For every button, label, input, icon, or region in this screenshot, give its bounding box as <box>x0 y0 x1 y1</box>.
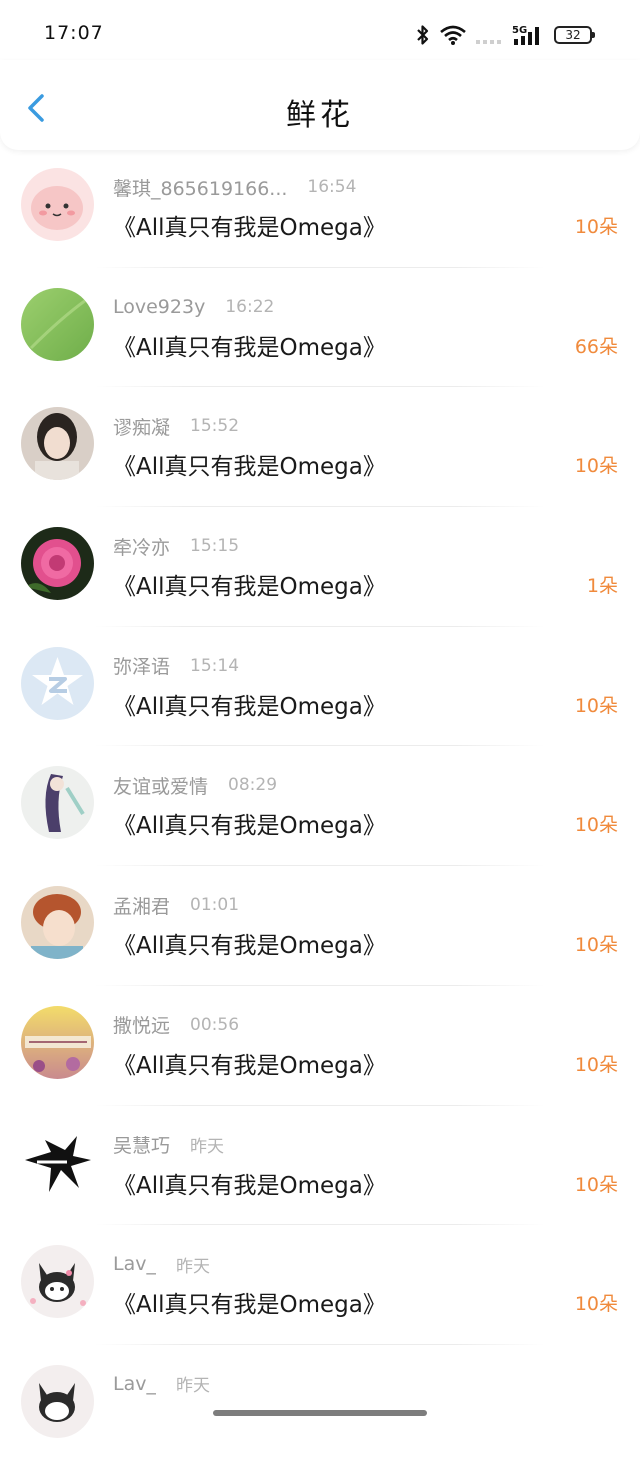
send-time: 昨天 <box>175 1376 210 1397</box>
send-time: 16:54 <box>307 177 357 197</box>
flower-amount: 10朵 <box>574 934 618 957</box>
signal-5g-icon: 5G <box>512 25 539 45</box>
sender-name: Lav_ <box>113 1372 156 1395</box>
list-item[interactable]: 友谊或爱情 08:29 《All真只有我是Omega》 10朵 <box>0 746 640 866</box>
flower-amount: 10朵 <box>574 814 618 837</box>
flower-amount: 10朵 <box>574 1173 618 1196</box>
item-meta: Love923y 16:22 <box>113 295 274 319</box>
item-meta: 牵冷亦 15:15 <box>113 534 240 559</box>
list-item[interactable]: 谬痴凝 15:52 《All真只有我是Omega》 10朵 <box>0 387 640 507</box>
item-meta: 谬痴凝 15:52 <box>113 414 240 439</box>
battery-icon: 32 <box>554 26 595 44</box>
avatar[interactable] <box>21 1005 94 1079</box>
flower-amount: 10朵 <box>574 1053 618 1076</box>
send-time: 昨天 <box>175 1256 210 1277</box>
avatar[interactable] <box>21 1125 94 1199</box>
sender-name: Lav_ <box>113 1253 156 1276</box>
book-title: 《All真只有我是Omega》 <box>113 1292 386 1319</box>
send-time: 15:15 <box>190 536 240 557</box>
avatar[interactable] <box>21 527 94 601</box>
item-meta: 吴慧巧 昨天 <box>113 1133 224 1157</box>
send-time: 08:29 <box>228 775 278 796</box>
list-item[interactable]: Love923y 16:22 《All真只有我是Omega》 66朵 <box>0 268 640 388</box>
svg-text:5G: 5G <box>512 25 527 36</box>
list-item[interactable]: 弥泽语 15:14 《All真只有我是Omega》 10朵 <box>0 627 640 747</box>
bluetooth-icon <box>417 25 429 45</box>
book-title: 《All真只有我是Omega》 <box>113 693 386 720</box>
book-title: 《All真只有我是Omega》 <box>113 1172 386 1199</box>
flower-amount: 10朵 <box>574 694 618 717</box>
item-meta: 馨琪_865619166... 16:54 <box>113 175 357 200</box>
send-time: 16:22 <box>225 296 275 317</box>
page-title: 鲜花 <box>286 98 354 133</box>
sender-name: Love923y <box>113 295 206 318</box>
avatar[interactable] <box>21 287 94 361</box>
flower-gift-list: 馨琪_865619166... 16:54 《All真只有我是Omega》 10… <box>0 148 640 1465</box>
flower-amount: 10朵 <box>574 216 618 238</box>
sender-name: 谬痴凝 <box>113 416 171 439</box>
send-time: 昨天 <box>190 1137 225 1157</box>
book-title: 《All真只有我是Omega》 <box>113 215 386 241</box>
flower-amount: 10朵 <box>574 455 618 478</box>
book-title: 《All真只有我是Omega》 <box>113 574 386 601</box>
item-meta: Lav_ 昨天 <box>113 1372 210 1397</box>
avatar[interactable] <box>21 1364 94 1438</box>
list-item[interactable]: 馨琪_865619166... 16:54 《All真只有我是Omega》 10… <box>0 148 640 268</box>
book-title: 《All真只有我是Omega》 <box>113 813 386 840</box>
avatar[interactable] <box>21 886 94 960</box>
list-item[interactable]: 孟湘君 01:01 《All真只有我是Omega》 10朵 <box>0 866 640 986</box>
send-time: 15:14 <box>190 655 240 676</box>
list-item[interactable]: 牵冷亦 15:15 《All真只有我是Omega》 1朵 <box>0 507 640 627</box>
flower-amount: 66朵 <box>574 335 618 358</box>
signal-empty-icon <box>476 40 501 44</box>
sender-name: 弥泽语 <box>113 656 171 679</box>
sender-name: 牵冷亦 <box>113 536 171 559</box>
status-time: 17:07 <box>44 22 104 44</box>
list-item[interactable]: 撒悦远 00:56 《All真只有我是Omega》 10朵 <box>0 986 640 1106</box>
sender-name: 馨琪_865619166... <box>113 177 288 200</box>
send-time: 15:52 <box>190 416 240 437</box>
flower-amount: 10朵 <box>574 1293 618 1316</box>
avatar[interactable] <box>21 1245 94 1319</box>
sender-name: 孟湘君 <box>113 895 171 918</box>
wifi-icon <box>440 25 466 45</box>
top-header: 鲜花 <box>0 60 640 150</box>
send-time: 00:56 <box>190 1014 240 1035</box>
item-meta: 友谊或爱情 08:29 <box>113 773 278 798</box>
sender-name: 友谊或爱情 <box>113 775 209 798</box>
list-item[interactable]: Lav_ 昨天 《All真只有我是Omega》 10朵 <box>0 1225 640 1345</box>
avatar[interactable] <box>21 766 94 840</box>
book-title: 《All真只有我是Omega》 <box>113 933 386 960</box>
avatar[interactable] <box>21 407 94 481</box>
list-item[interactable]: Lav_ 昨天 <box>0 1345 640 1465</box>
sender-name: 撒悦远 <box>113 1015 171 1038</box>
item-meta: Lav_ 昨天 <box>113 1252 210 1277</box>
item-meta: 孟湘君 01:01 <box>113 893 240 918</box>
item-meta: 撒悦远 00:56 <box>113 1013 240 1038</box>
list-item[interactable]: 吴慧巧 昨天 《All真只有我是Omega》 10朵 <box>0 1106 640 1226</box>
avatar[interactable] <box>21 168 94 241</box>
status-icons: 5G 32 <box>416 22 595 48</box>
sender-name: 吴慧巧 <box>113 1135 171 1157</box>
home-indicator[interactable] <box>213 1410 427 1416</box>
book-title: 《All真只有我是Omega》 <box>113 334 386 361</box>
item-meta: 弥泽语 15:14 <box>113 654 240 679</box>
avatar[interactable] <box>21 646 94 720</box>
book-title: 《All真只有我是Omega》 <box>113 1052 386 1079</box>
book-title: 《All真只有我是Omega》 <box>113 454 386 481</box>
send-time: 01:01 <box>190 895 240 916</box>
flower-amount: 1朵 <box>586 575 618 598</box>
